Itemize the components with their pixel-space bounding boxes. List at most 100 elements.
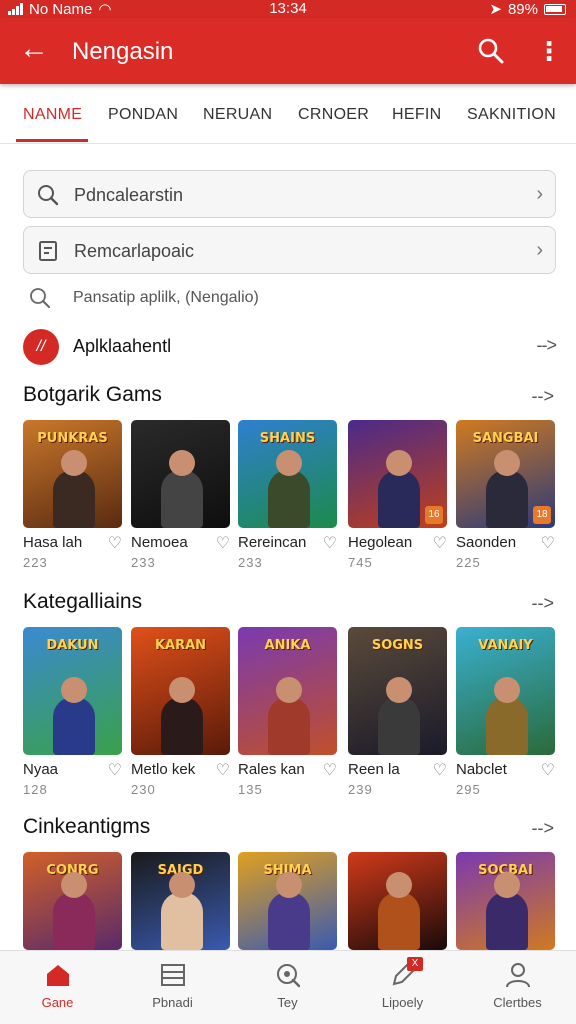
game-card[interactable]: Nemoea ♡ 233 — [131, 420, 230, 570]
game-card[interactable]: ANIKA Rales kan ♡ 135 — [238, 627, 337, 797]
heart-icon[interactable]: ♡ — [433, 533, 447, 553]
game-card[interactable]: SOCBAI — [456, 852, 555, 950]
game-thumbnail[interactable]: SOCBAI — [456, 852, 555, 950]
section-title: Kategalliains — [23, 590, 143, 613]
app-bar: ← Nengasin ⋮ — [0, 18, 576, 84]
tab-indicator — [16, 139, 88, 142]
arrow-right-icon[interactable]: --> — [532, 386, 555, 407]
game-card[interactable]: 16 Hegolean ♡ 745 — [348, 420, 447, 570]
game-thumbnail[interactable]: PUNKRAS — [23, 420, 122, 528]
tab-nanme[interactable]: NANME — [23, 106, 82, 124]
game-card[interactable] — [348, 852, 447, 950]
nav-home[interactable]: Gane — [0, 951, 115, 1024]
game-thumbnail[interactable]: CONRG — [23, 852, 122, 950]
game-character-head — [61, 450, 87, 476]
game-name: Nemoea — [131, 534, 188, 551]
game-character — [486, 697, 528, 755]
game-thumbnail[interactable] — [131, 420, 230, 528]
tab-neruan[interactable]: NERUAN — [203, 106, 272, 124]
game-card[interactable]: CONRG — [23, 852, 122, 950]
game-count: 745 — [348, 555, 373, 570]
tab-pondan[interactable]: PONDAN — [108, 106, 178, 124]
heart-icon[interactable]: ♡ — [108, 760, 122, 780]
chevron-right-icon: › — [536, 183, 543, 205]
more-vert-icon[interactable]: ⋮ — [536, 36, 562, 66]
game-character — [486, 892, 528, 950]
game-character-head — [169, 450, 195, 476]
heart-icon[interactable]: ♡ — [433, 760, 447, 780]
back-arrow-icon[interactable]: ← — [18, 34, 50, 66]
game-thumbnail[interactable]: VANAIY — [456, 627, 555, 755]
game-card[interactable]: SAIGD — [131, 852, 230, 950]
game-thumbnail[interactable]: SOGNS — [348, 627, 447, 755]
age-rating-badge: 18 — [533, 506, 551, 524]
document-field-text: Remcarlapoaic — [74, 241, 195, 261]
document-field[interactable]: Remcarlapoaic › — [23, 226, 556, 274]
game-character — [161, 892, 203, 950]
age-rating-badge: 16 — [425, 506, 443, 524]
page-title: Nengasin — [72, 38, 174, 65]
game-card[interactable]: SHAINS Rereincan ♡ 233 — [238, 420, 337, 570]
game-card[interactable]: KARAN Metlo kek ♡ 230 — [131, 627, 230, 797]
game-character — [161, 470, 203, 528]
game-thumbnail[interactable]: SAIGD — [131, 852, 230, 950]
arrow-right-icon[interactable]: --> — [537, 335, 557, 356]
game-character-head — [494, 677, 520, 703]
bottom-nav: Gane Pbnadi Tey X Lipoely Clertbes — [0, 950, 576, 1024]
game-card[interactable]: SHIMA — [238, 852, 337, 950]
battery-percent: 89% — [507, 0, 538, 18]
game-name: Reen la — [348, 761, 400, 778]
heart-icon[interactable]: ♡ — [541, 533, 555, 553]
game-name: Nyaa — [23, 761, 59, 778]
tab-hefin[interactable]: HEFIN — [392, 106, 442, 124]
game-character — [161, 697, 203, 755]
game-thumbnail[interactable]: 16 — [348, 420, 447, 528]
nav-lipoely[interactable]: X Lipoely — [345, 951, 460, 1024]
nav-tey[interactable]: Tey — [230, 951, 345, 1024]
search-icon[interactable] — [476, 36, 506, 66]
game-thumbnail[interactable]: KARAN — [131, 627, 230, 755]
game-card[interactable]: PUNKRAS Hasa lah ♡ 223 — [23, 420, 122, 570]
game-thumbnail[interactable]: SANGBAI 18 — [456, 420, 555, 528]
game-character-head — [494, 872, 520, 898]
status-right: ➤ 89% — [489, 0, 566, 18]
game-count: 135 — [238, 782, 263, 797]
game-thumbnail[interactable]: SHIMA — [238, 852, 337, 950]
heart-icon[interactable]: ♡ — [541, 760, 555, 780]
profile-icon — [504, 961, 532, 989]
heart-icon[interactable]: ♡ — [216, 533, 230, 553]
featured-row[interactable]: // Aplklaahentl --> — [23, 327, 557, 367]
nav-pbnadi[interactable]: Pbnadi — [115, 951, 230, 1024]
game-character — [53, 697, 95, 755]
nav-clertbes[interactable]: Clertbes — [460, 951, 575, 1024]
game-name: Hegolean — [348, 534, 413, 551]
game-card[interactable]: SOGNS Reen la ♡ 239 — [348, 627, 447, 797]
game-thumbnail[interactable] — [348, 852, 447, 950]
search-field[interactable]: Pdncalearstin › — [23, 170, 556, 218]
game-thumbnail[interactable]: SHAINS — [238, 420, 337, 528]
heart-icon[interactable]: ♡ — [323, 533, 337, 553]
game-thumbnail[interactable]: ANIKA — [238, 627, 337, 755]
heart-icon[interactable]: ♡ — [216, 760, 230, 780]
game-character-head — [494, 450, 520, 476]
game-name: Hasa lah — [23, 534, 83, 551]
game-character-head — [276, 872, 302, 898]
game-count: 225 — [456, 555, 481, 570]
game-count: 233 — [238, 555, 263, 570]
game-logo: SHAINS — [259, 431, 316, 446]
nav-clertbes-label: Clertbes — [493, 995, 542, 1010]
game-card[interactable]: VANAIY Nabclet ♡ 295 — [456, 627, 555, 797]
search-icon — [274, 961, 302, 989]
arrow-right-icon[interactable]: --> — [532, 593, 555, 614]
game-character — [378, 470, 420, 528]
tab-crnoer[interactable]: CRNOER — [298, 106, 369, 124]
game-thumbnail[interactable]: DAKUN — [23, 627, 122, 755]
heart-icon[interactable]: ♡ — [323, 760, 337, 780]
arrow-right-icon[interactable]: --> — [532, 818, 555, 839]
game-logo: PUNKRAS — [37, 431, 108, 446]
game-card[interactable]: DAKUN Nyaa ♡ 128 — [23, 627, 122, 797]
tab-saknition[interactable]: SAKNITION — [467, 106, 556, 124]
game-count: 128 — [23, 782, 48, 797]
heart-icon[interactable]: ♡ — [108, 533, 122, 553]
game-card[interactable]: SANGBAI 18 Saonden ♡ 225 — [456, 420, 555, 570]
